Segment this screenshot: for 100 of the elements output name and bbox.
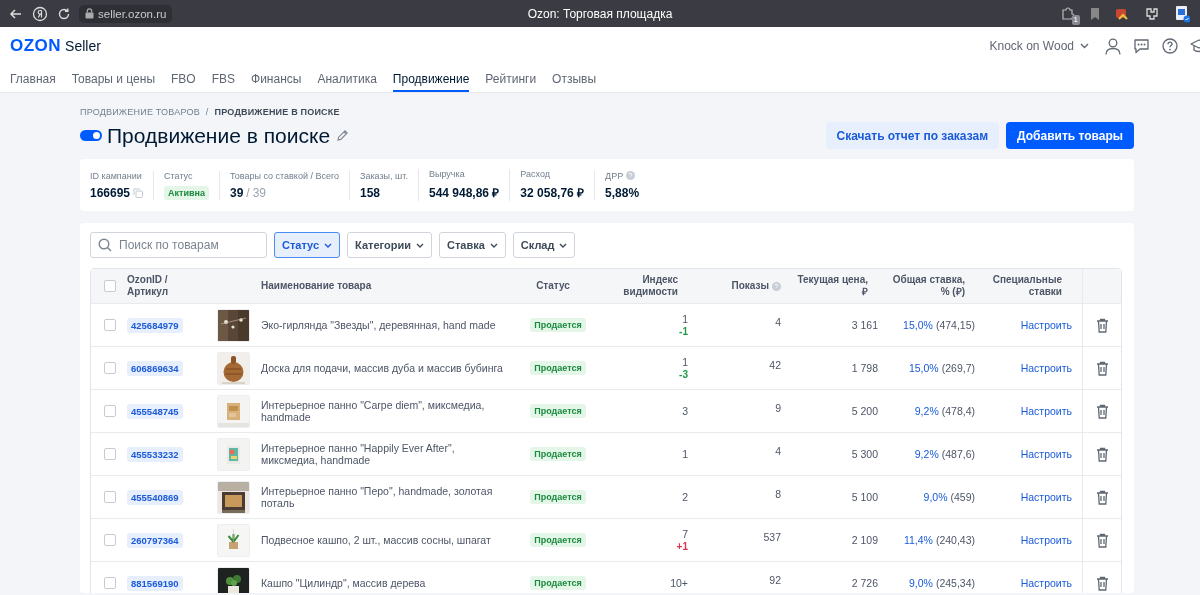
chevron-down-icon <box>415 242 424 248</box>
trash-icon[interactable] <box>1095 575 1109 591</box>
price: 3 161 <box>851 319 878 331</box>
breadcrumb-current: ПРОДВИЖЕНИЕ В ПОИСКЕ <box>214 107 340 117</box>
impressions-count: 42 <box>769 359 781 371</box>
configure-link[interactable]: Настроить <box>1020 491 1072 503</box>
bid-amount: (487,6) <box>941 448 975 460</box>
status-badge: Продается <box>530 404 586 418</box>
price: 1 798 <box>851 362 878 374</box>
product-name: Интерьерное панно "Happily Ever After", миксмедиа, handmade <box>261 442 456 466</box>
bid-percent-link[interactable]: 9,2% <box>914 448 939 460</box>
bid-amount: (269,7) <box>941 362 975 374</box>
chevron-down-icon <box>489 242 498 248</box>
trash-icon[interactable] <box>1095 360 1109 376</box>
status-badge: Продается <box>530 361 586 375</box>
product-id-link[interactable]: 881569190 <box>127 575 183 591</box>
price: 5 200 <box>851 405 878 417</box>
stat-value: 39 <box>229 185 244 200</box>
nav-tab[interactable]: FBO <box>171 65 196 92</box>
nav-tab[interactable]: Товары и цены <box>71 65 155 92</box>
checkbox[interactable] <box>104 405 116 417</box>
bid-percent-link[interactable]: 11,4% <box>903 534 933 546</box>
configure-link[interactable]: Настроить <box>1020 577 1072 589</box>
trash-icon[interactable] <box>1095 532 1109 548</box>
breadcrumb-link[interactable]: ПРОДВИЖЕНИЕ ТОВАРОВ <box>80 107 200 117</box>
extension-icon[interactable] <box>1144 5 1160 22</box>
stat-label: Заказы, шт. <box>360 170 408 181</box>
product-id-link[interactable]: 260797364 <box>127 532 183 548</box>
checkbox[interactable] <box>104 362 116 374</box>
user-icon[interactable] <box>1105 37 1121 55</box>
filter-dropdown[interactable]: Ставка <box>438 232 506 258</box>
product-id-link[interactable]: 606869634 <box>127 360 183 376</box>
nav-tab[interactable]: Отзывы <box>552 65 597 92</box>
status-badge: Продается <box>530 533 586 547</box>
back-icon[interactable] <box>9 6 23 21</box>
status-badge: Продается <box>530 447 586 461</box>
nav-tab[interactable]: Аналитика <box>317 65 377 92</box>
index-change: +1 <box>676 541 688 552</box>
product-id-link[interactable]: 455540869 <box>127 489 183 505</box>
bid-percent-link[interactable]: 9,2% <box>914 405 939 417</box>
toggle-switch[interactable] <box>80 130 102 141</box>
nav-tab[interactable]: Рейтинги <box>485 65 537 92</box>
product-name: Подвесное кашпо, 2 шт., массив сосны, шпагат <box>261 534 491 546</box>
browser-logo-icon[interactable] <box>32 5 48 22</box>
nav-tab[interactable]: Продвижение <box>392 65 470 92</box>
bookmark-icon[interactable] <box>1090 6 1100 21</box>
checkbox[interactable] <box>104 280 116 292</box>
configure-link[interactable]: Настроить <box>1020 405 1072 417</box>
bid-percent-link[interactable]: 9,0% <box>923 491 948 503</box>
bid-amount: (459) <box>950 491 975 503</box>
trash-icon[interactable] <box>1095 489 1109 505</box>
chevron-down-icon <box>559 242 568 248</box>
configure-link[interactable]: Настроить <box>1020 448 1072 460</box>
configure-link[interactable]: Настроить <box>1020 534 1072 546</box>
trash-icon[interactable] <box>1095 446 1109 462</box>
visibility-index: 1 <box>682 356 688 368</box>
trash-icon[interactable] <box>1095 403 1109 419</box>
nav-tab[interactable]: FBS <box>211 65 236 92</box>
trash-icon[interactable] <box>1095 317 1109 333</box>
filter-dropdown[interactable]: Категории <box>347 232 432 258</box>
search-field[interactable]: Поиск по товарам <box>90 232 267 258</box>
filter-dropdown[interactable]: Статус <box>274 232 341 258</box>
help-icon[interactable] <box>1162 38 1178 54</box>
impressions-count: 4 <box>775 445 781 457</box>
bid-percent-link[interactable]: 15,0% <box>903 319 933 331</box>
nav-tab[interactable]: Финансы <box>251 65 302 92</box>
window-title: Ozon: Торговая площадка <box>527 6 673 21</box>
checkbox[interactable] <box>104 577 116 589</box>
product-id-link[interactable]: 455548745 <box>127 403 183 419</box>
bid-percent-link[interactable]: 15,0% <box>908 362 939 374</box>
account-selector[interactable]: Knock on Wood <box>989 39 1089 53</box>
product-id-link[interactable]: 425684979 <box>127 317 183 333</box>
puzzle-icon[interactable] <box>1060 5 1076 22</box>
product-name: Интерьерное панно "Перо", handmade, золотая поталь <box>261 485 494 509</box>
configure-link[interactable]: Настроить <box>1020 362 1072 374</box>
configure-link[interactable]: Настроить <box>1020 319 1072 331</box>
checkbox[interactable] <box>104 448 116 460</box>
download-report-button[interactable]: Скачать отчет по заказам <box>825 122 999 149</box>
visibility-index: 7 <box>682 528 688 540</box>
pencil-icon[interactable] <box>336 129 350 142</box>
add-products-button[interactable]: Добавить товары <box>1006 122 1134 149</box>
price: 5 300 <box>851 448 878 460</box>
profile-icon[interactable] <box>1174 4 1190 23</box>
checkbox[interactable] <box>104 491 116 503</box>
logo[interactable]: OZON <box>10 36 62 56</box>
nav-tab[interactable]: Главная <box>10 65 56 92</box>
status-badge: Активна <box>164 185 209 200</box>
product-id-link[interactable]: 455533232 <box>127 446 183 462</box>
bid-percent-link[interactable]: 9,0% <box>908 577 933 589</box>
chat-icon[interactable] <box>1133 38 1150 54</box>
filter-dropdown[interactable]: Склад <box>512 232 576 258</box>
column-header: Наименование товара <box>261 280 373 292</box>
column-header: Показы <box>731 280 770 292</box>
stat-label: Расход <box>520 169 551 179</box>
product-name: Эко-гирлянда "Звезды", деревянная, hand made <box>261 319 496 331</box>
stat-value: 166695 <box>90 185 131 200</box>
reload-icon[interactable] <box>57 6 71 21</box>
stat-separator: / <box>246 185 250 200</box>
checkbox[interactable] <box>104 534 116 546</box>
checkbox[interactable] <box>104 319 116 331</box>
